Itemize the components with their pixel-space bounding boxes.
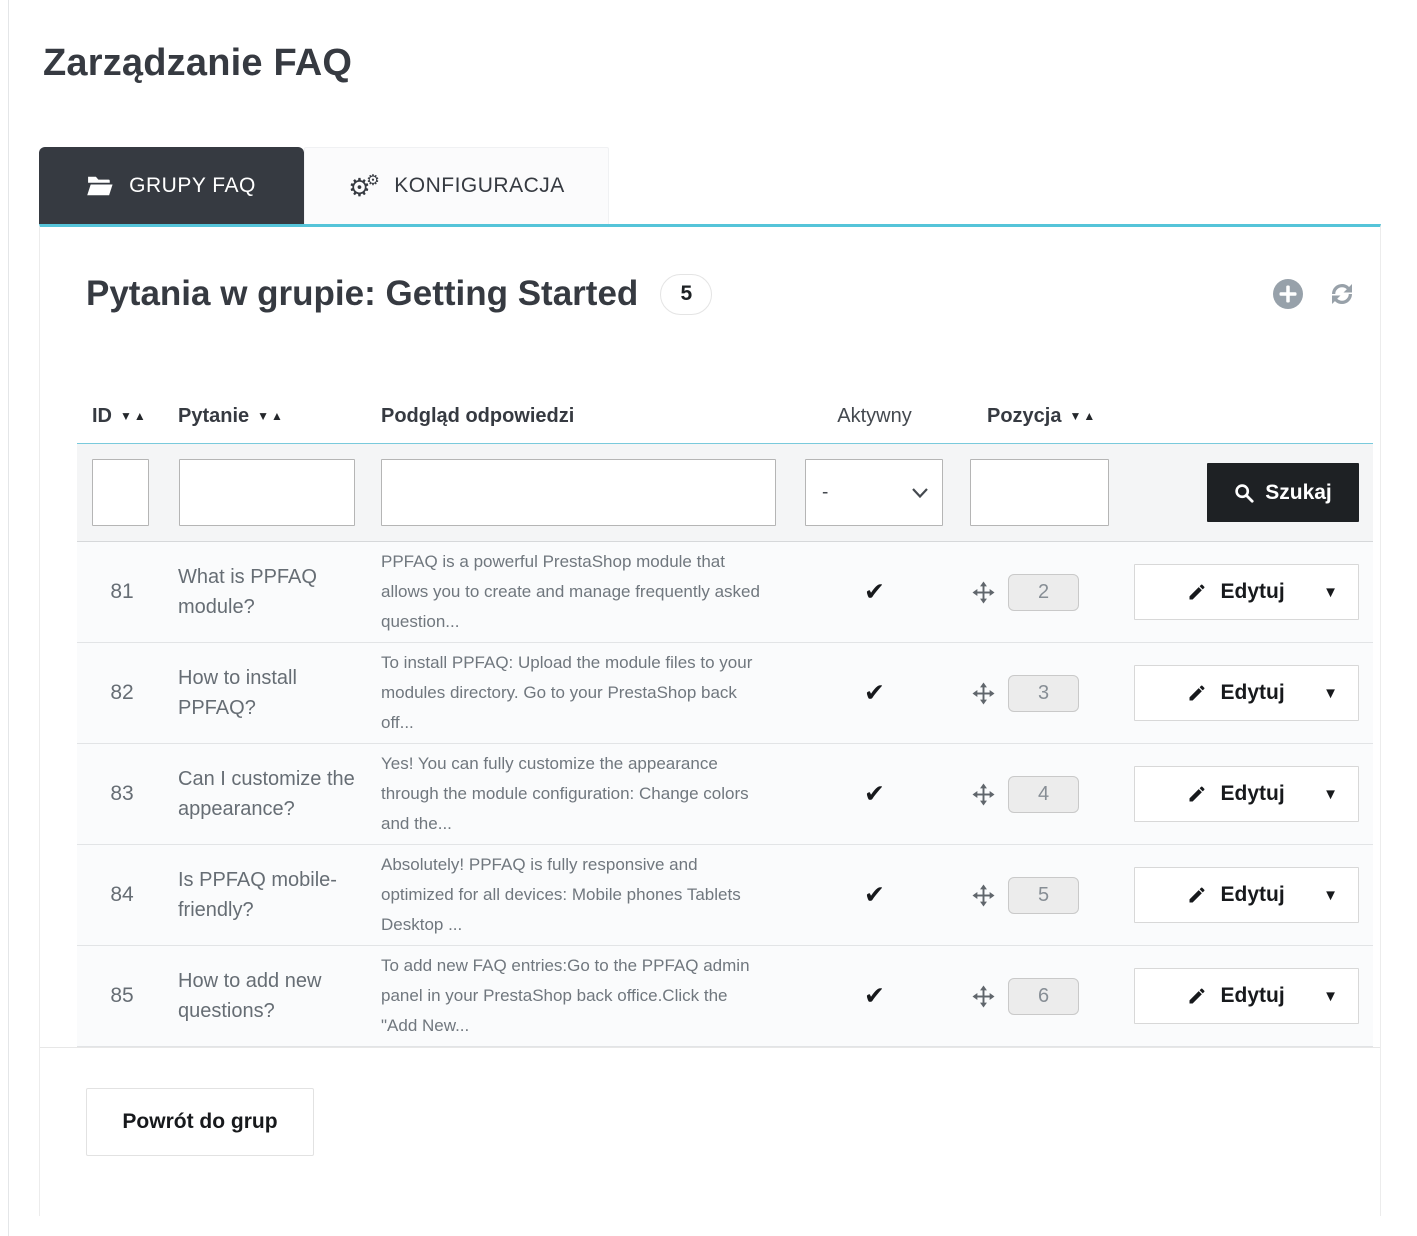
pencil-icon (1187, 784, 1207, 804)
position-input[interactable]: 5 (1008, 877, 1079, 914)
tab-label: KONFIGURACJA (394, 174, 565, 198)
row-answer-preview: Absolutely! PPFAQ is fully responsive an… (369, 850, 792, 940)
pencil-icon (1187, 683, 1207, 703)
edit-button[interactable]: Edytuj ▼ (1134, 968, 1359, 1024)
table-row: 82 How to install PPFAQ? To install PPFA… (77, 643, 1373, 744)
filter-id-input[interactable] (92, 459, 149, 526)
active-check-icon: ✔ (792, 981, 957, 1011)
tab-label: GRUPY FAQ (129, 174, 256, 198)
edit-button[interactable]: Edytuj ▼ (1134, 564, 1359, 620)
page-title: Zarządzanie FAQ (9, 0, 1417, 85)
row-position: 5 (957, 877, 1122, 914)
row-question: What is PPFAQ module? (167, 562, 369, 622)
row-id: 83 (77, 782, 167, 806)
column-header-active: Aktywny (792, 405, 957, 428)
chevron-down-icon (912, 488, 928, 498)
table-header-row: ID ▼▲ Pytanie ▼▲ Podgląd odpowiedzi Akty… (77, 389, 1373, 444)
panel-body: Pytania w grupie: Getting Started 5 (40, 227, 1380, 1048)
filter-position-input[interactable] (970, 459, 1109, 526)
edit-button[interactable]: Edytuj ▼ (1134, 766, 1359, 822)
caret-down-icon[interactable]: ▼ (1323, 887, 1338, 904)
filter-row: - Szukaj (77, 444, 1373, 542)
group-questions-heading: Pytania w grupie: Getting Started (86, 269, 638, 319)
table-row: 83 Can I customize the appearance? Yes! … (77, 744, 1373, 845)
questions-table: ID ▼▲ Pytanie ▼▲ Podgląd odpowiedzi Akty… (77, 389, 1373, 1047)
column-header-id[interactable]: ID ▼▲ (77, 405, 167, 428)
row-answer-preview: PPFAQ is a powerful PrestaShop module th… (369, 547, 792, 637)
row-id: 84 (77, 883, 167, 907)
row-position: 3 (957, 675, 1122, 712)
edit-button-label: Edytuj (1220, 681, 1284, 705)
search-button[interactable]: Szukaj (1207, 463, 1359, 522)
position-input[interactable]: 4 (1008, 776, 1079, 813)
table-row: 85 How to add new questions? To add new … (77, 946, 1373, 1047)
column-header-answer-preview: Podgląd odpowiedzi (369, 405, 792, 428)
active-check-icon: ✔ (792, 678, 957, 708)
row-answer-preview: To install PPFAQ: Upload the module file… (369, 648, 792, 738)
move-handle-icon[interactable] (972, 783, 995, 806)
row-answer-preview: Yes! You can fully customize the appeara… (369, 749, 792, 839)
row-position: 6 (957, 978, 1122, 1015)
sort-icons[interactable]: ▼▲ (1069, 409, 1095, 423)
edit-button-label: Edytuj (1220, 782, 1284, 806)
edit-button-label: Edytuj (1220, 580, 1284, 604)
move-handle-icon[interactable] (972, 884, 995, 907)
page-container: Zarządzanie FAQ GRUPY FAQ ⚙ ⚙ KONFIGURAC… (8, 0, 1417, 1236)
sort-icons[interactable]: ▼▲ (257, 409, 283, 423)
caret-down-icon[interactable]: ▼ (1323, 584, 1338, 601)
caret-down-icon[interactable]: ▼ (1323, 988, 1338, 1005)
row-id: 81 (77, 580, 167, 604)
refresh-icon[interactable] (1327, 279, 1357, 309)
move-handle-icon[interactable] (972, 985, 995, 1008)
pencil-icon (1187, 885, 1207, 905)
row-question: How to add new questions? (167, 966, 369, 1026)
active-check-icon: ✔ (792, 779, 957, 809)
panel-actions (1273, 279, 1357, 309)
position-input[interactable]: 3 (1008, 675, 1079, 712)
move-handle-icon[interactable] (972, 581, 995, 604)
row-id: 85 (77, 984, 167, 1008)
tab-konfiguracja[interactable]: ⚙ ⚙ KONFIGURACJA (304, 147, 609, 224)
add-question-icon[interactable] (1273, 279, 1303, 309)
filter-question-input[interactable] (179, 459, 355, 526)
row-position: 4 (957, 776, 1122, 813)
caret-down-icon[interactable]: ▼ (1323, 685, 1338, 702)
back-to-groups-button[interactable]: Powrót do grup (86, 1088, 314, 1156)
folder-open-icon (87, 175, 113, 197)
edit-button-label: Edytuj (1220, 883, 1284, 907)
panel-footer: Powrót do grup (40, 1048, 1380, 1216)
edit-button[interactable]: Edytuj ▼ (1134, 867, 1359, 923)
position-input[interactable]: 2 (1008, 574, 1079, 611)
row-question: How to install PPFAQ? (167, 663, 369, 723)
tab-grupy-faq[interactable]: GRUPY FAQ (39, 147, 304, 224)
sort-icons[interactable]: ▼▲ (120, 409, 146, 423)
move-handle-icon[interactable] (972, 682, 995, 705)
row-question: Is PPFAQ mobile-friendly? (167, 865, 369, 925)
search-icon (1234, 483, 1254, 503)
pencil-icon (1187, 582, 1207, 602)
filter-active-select[interactable]: - (805, 459, 943, 526)
caret-down-icon[interactable]: ▼ (1323, 786, 1338, 803)
row-answer-preview: To add new FAQ entries:Go to the PPFAQ a… (369, 951, 792, 1041)
active-check-icon: ✔ (792, 577, 957, 607)
panel-header: Pytania w grupie: Getting Started 5 (86, 269, 1371, 319)
filter-answer-input[interactable] (381, 459, 776, 526)
row-position: 2 (957, 574, 1122, 611)
column-header-position[interactable]: Pozycja ▼▲ (957, 405, 1122, 428)
gears-icon: ⚙ ⚙ (348, 171, 378, 201)
edit-button-label: Edytuj (1220, 984, 1284, 1008)
edit-button[interactable]: Edytuj ▼ (1134, 665, 1359, 721)
column-header-question[interactable]: Pytanie ▼▲ (167, 405, 369, 428)
tab-content-panel: Pytania w grupie: Getting Started 5 (39, 224, 1381, 1216)
row-question: Can I customize the appearance? (167, 764, 369, 824)
tab-bar: GRUPY FAQ ⚙ ⚙ KONFIGURACJA (39, 147, 1417, 224)
table-row: 81 What is PPFAQ module? PPFAQ is a powe… (77, 542, 1373, 643)
table-row: 84 Is PPFAQ mobile-friendly? Absolutely!… (77, 845, 1373, 946)
active-check-icon: ✔ (792, 880, 957, 910)
pencil-icon (1187, 986, 1207, 1006)
position-input[interactable]: 6 (1008, 978, 1079, 1015)
row-id: 82 (77, 681, 167, 705)
question-count-badge: 5 (660, 274, 712, 315)
